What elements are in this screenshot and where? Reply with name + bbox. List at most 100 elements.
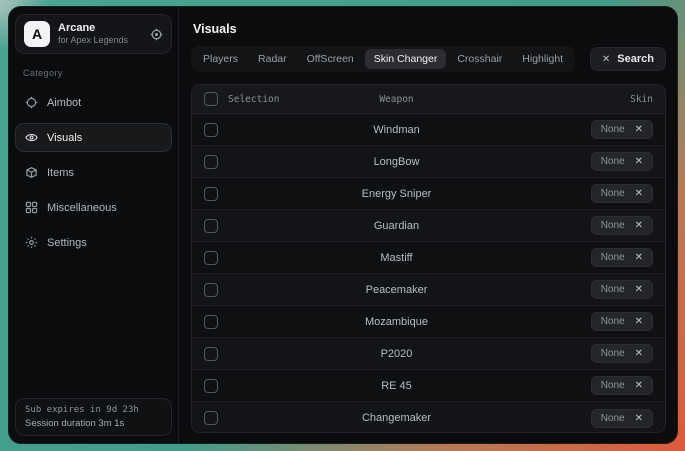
table-header-row: Selection Weapon Skin [192, 85, 665, 114]
table-row: Guardian None ✕ [192, 210, 665, 242]
row-checkbox[interactable] [204, 347, 218, 361]
table-row: RE 45 None ✕ [192, 370, 665, 402]
eye-icon [25, 131, 38, 144]
row-checkbox[interactable] [204, 379, 218, 393]
skin-value: None [601, 413, 625, 424]
skin-select[interactable]: None ✕ [591, 376, 653, 395]
app-title-block: Arcane for Apex Legends [58, 22, 128, 47]
row-checkbox[interactable] [204, 251, 218, 265]
skin-value: None [601, 316, 625, 327]
row-checkbox[interactable] [204, 219, 218, 233]
gear-icon [25, 236, 38, 249]
sidebar-item-settings[interactable]: Settings [15, 228, 172, 257]
skin-value: None [601, 380, 625, 391]
skin-value: None [601, 220, 625, 231]
skin-value: None [601, 284, 625, 295]
tab-radar[interactable]: Radar [249, 49, 296, 69]
row-checkbox[interactable] [204, 283, 218, 297]
weapon-name: Guardian [288, 220, 505, 232]
clear-skin-icon[interactable]: ✕ [635, 156, 643, 167]
sidebar-item-items[interactable]: Items [15, 158, 172, 187]
row-checkbox[interactable] [204, 411, 218, 425]
skin-header: Skin [505, 94, 665, 105]
sidebar-item-visuals[interactable]: Visuals [15, 123, 172, 152]
select-all-checkbox[interactable] [204, 92, 218, 106]
weapon-name: RE 45 [288, 380, 505, 392]
weapon-name: Mozambique [288, 316, 505, 328]
sidebar-item-aimbot[interactable]: Aimbot [15, 88, 172, 117]
weapon-name: Peacemaker [288, 284, 505, 296]
skin-value: None [601, 188, 625, 199]
skin-select[interactable]: None ✕ [591, 409, 653, 428]
clear-skin-icon[interactable]: ✕ [635, 316, 643, 327]
row-checkbox[interactable] [204, 187, 218, 201]
skin-select[interactable]: None ✕ [591, 248, 653, 267]
selection-header: Selection [228, 94, 279, 105]
table-body: WindmanNone✕LongBowNone✕Energy SniperNon… [192, 114, 665, 433]
app-logo: A [24, 21, 50, 47]
skin-select[interactable]: None ✕ [591, 184, 653, 203]
weapon-name: Changemaker [288, 412, 505, 424]
clear-skin-icon[interactable]: ✕ [635, 124, 643, 135]
sidebar-item-label: Items [47, 167, 74, 179]
weapon-name: P2020 [288, 348, 505, 360]
tab-skin-changer[interactable]: Skin Changer [365, 49, 447, 69]
sidebar-nav: Aimbot Visuals Items Miscellaneous Settings [15, 82, 172, 257]
skin-select[interactable]: None ✕ [591, 344, 653, 363]
clear-skin-icon[interactable]: ✕ [635, 380, 643, 391]
skin-value: None [601, 156, 625, 167]
sidebar-item-label: Visuals [47, 132, 82, 144]
table-row: Changemaker None ✕ [192, 402, 665, 433]
clear-skin-icon[interactable]: ✕ [635, 348, 643, 359]
table-row: Mozambique None ✕ [192, 306, 665, 338]
clear-skin-icon[interactable]: ✕ [635, 252, 643, 263]
app-subtitle: for Apex Legends [58, 35, 128, 46]
toolbar: PlayersRadarOffScreenSkin ChangerCrossha… [191, 46, 666, 72]
grid-icon [25, 201, 38, 214]
search-label: Search [617, 53, 654, 65]
row-checkbox[interactable] [204, 123, 218, 137]
tab-highlight[interactable]: Highlight [513, 49, 572, 69]
target-icon[interactable] [150, 28, 163, 41]
weapon-name: LongBow [288, 156, 505, 168]
row-checkbox[interactable] [204, 155, 218, 169]
crosshair-icon [25, 96, 38, 109]
package-icon [25, 166, 38, 179]
sidebar: A Arcane for Apex Legends Category Aimbo… [9, 7, 179, 443]
skin-select[interactable]: None ✕ [591, 280, 653, 299]
weapon-header: Weapon [288, 94, 505, 105]
tab-crosshair[interactable]: Crosshair [448, 49, 511, 69]
clear-skin-icon[interactable]: ✕ [635, 220, 643, 231]
table-row: Peacemaker None ✕ [192, 274, 665, 306]
skin-table: Selection Weapon Skin WindmanNone✕LongBo… [191, 84, 666, 433]
clear-skin-icon[interactable]: ✕ [635, 413, 643, 424]
sidebar-item-label: Aimbot [47, 97, 81, 109]
skin-select[interactable]: None ✕ [591, 120, 653, 139]
skin-select[interactable]: None ✕ [591, 216, 653, 235]
skin-value: None [601, 124, 625, 135]
app-header-card: A Arcane for Apex Legends [15, 14, 172, 54]
tab-bar: PlayersRadarOffScreenSkin ChangerCrossha… [191, 46, 575, 72]
clear-skin-icon[interactable]: ✕ [635, 284, 643, 295]
skin-select[interactable]: None ✕ [591, 312, 653, 331]
tab-offscreen[interactable]: OffScreen [298, 49, 363, 69]
skin-value: None [601, 348, 625, 359]
weapon-name: Mastiff [288, 252, 505, 264]
sub-expiry-text: Sub expires in 9d 23h [25, 405, 162, 415]
app-window: A Arcane for Apex Legends Category Aimbo… [8, 6, 678, 444]
search-button[interactable]: ✕ Search [590, 47, 666, 71]
tab-players[interactable]: Players [194, 49, 247, 69]
session-duration-text: Session duration 3m 1s [25, 418, 162, 429]
row-checkbox[interactable] [204, 315, 218, 329]
table-row: LongBow None ✕ [192, 146, 665, 178]
category-label: Category [23, 68, 164, 78]
x-icon: ✕ [602, 54, 610, 65]
sidebar-item-miscellaneous[interactable]: Miscellaneous [15, 193, 172, 222]
skin-select[interactable]: None ✕ [591, 152, 653, 171]
clear-skin-icon[interactable]: ✕ [635, 188, 643, 199]
skin-value: None [601, 252, 625, 263]
main-panel: Visuals PlayersRadarOffScreenSkin Change… [179, 7, 677, 443]
table-row: Mastiff None ✕ [192, 242, 665, 274]
table-row: Windman None ✕ [192, 114, 665, 146]
weapon-name: Windman [288, 124, 505, 136]
